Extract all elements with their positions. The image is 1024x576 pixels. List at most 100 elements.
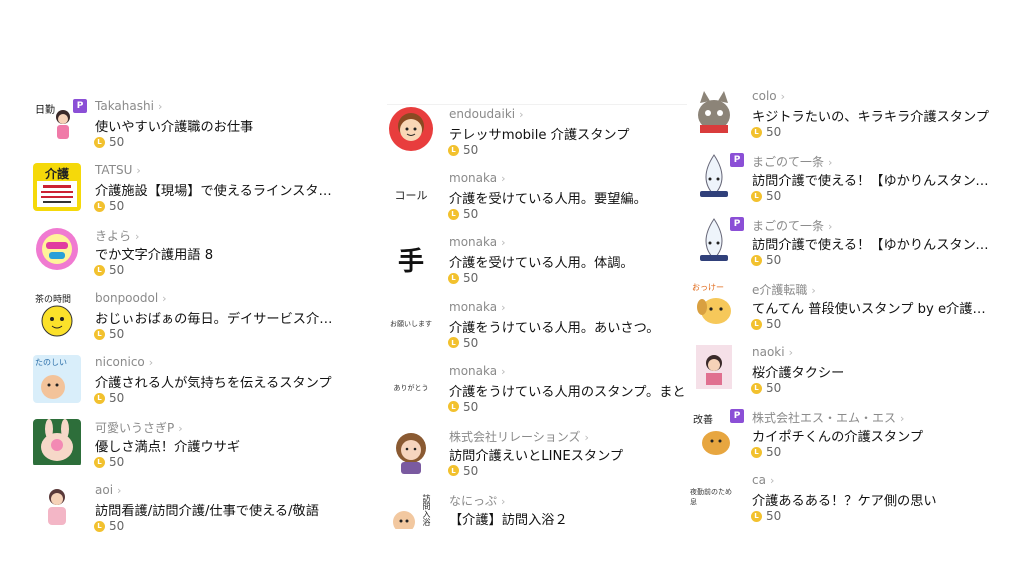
sticker-list-item[interactable]: aoi › 訪問看護/訪問介護/仕事で使える/敬語 L 50 xyxy=(33,481,333,545)
line-coin-icon: L xyxy=(448,401,459,413)
sticker-title[interactable]: 介護施設【現場】で使えるラインスタンプ xyxy=(95,180,339,199)
creator-name: colo xyxy=(752,89,777,103)
sticker-thumbnail[interactable] xyxy=(690,345,738,393)
sticker-title[interactable]: おじぃおばぁの毎日。デイサービス介護… xyxy=(95,308,339,327)
line-coin-icon: L xyxy=(448,144,459,156)
creator-link[interactable]: colo › xyxy=(752,89,785,103)
price-value: 50 xyxy=(463,463,479,478)
sticker-list-item[interactable]: colo › キジトラたいの、キラキラ介護スタンプ L 50 xyxy=(690,87,990,151)
creator-name: e介護転職 xyxy=(752,283,808,297)
sticker-list-item[interactable]: きよら › でか文字介護用語 8 L 50 xyxy=(33,225,333,289)
sticker-title[interactable]: テレッサmobile 介護スタンプ xyxy=(449,124,687,143)
sticker-thumbnail[interactable]: 茶の時間 xyxy=(33,291,81,339)
sticker-list-item[interactable]: P まごのて一条 › 訪問介護で使える！【ゆかりんスタンプ】 L 50 xyxy=(690,215,996,279)
price: L 50 xyxy=(751,317,781,331)
sticker-list-item[interactable]: 日勤 P Takahashi › 使いやすい介護職のお仕事 L 50 xyxy=(33,97,333,161)
sticker-thumbnail[interactable] xyxy=(387,107,435,155)
creator-link[interactable]: 株式会社リレーションズ › xyxy=(449,428,589,445)
price-value: 50 xyxy=(109,135,125,149)
sticker-title[interactable]: 介護を受けている人用。要望編。 xyxy=(449,188,687,207)
creator-link[interactable]: endoudaiki › xyxy=(449,107,524,121)
sticker-list-item[interactable]: P まごのて一条 › 訪問介護で使える！【ゆかりんスタンプ②】 L 50 xyxy=(690,151,996,215)
creator-link[interactable]: bonpoodol › xyxy=(95,291,167,305)
creator-link[interactable]: まごのて一条 › xyxy=(752,153,832,170)
sticker-title[interactable]: 介護あるある！？ケア側の思い xyxy=(752,490,996,509)
sticker-thumbnail[interactable]: おっけー xyxy=(690,281,738,329)
creator-name: monaka xyxy=(449,363,498,378)
price-value: 50 xyxy=(109,391,125,405)
sticker-list-column-1: 日勤 P Takahashi › 使いやすい介護職のお仕事 L 50 介護 TATSU › 介護施設… xyxy=(33,97,339,545)
sticker-title[interactable]: てんてん 普段使いスタンプ by e介護転職 xyxy=(752,298,996,317)
sticker-thumbnail[interactable]: 夜勤前のため息 xyxy=(690,473,738,521)
sticker-thumbnail-text: おっけー xyxy=(692,283,724,292)
sticker-thumbnail-text: 訪問入浴 xyxy=(422,494,431,527)
sticker-thumbnail[interactable]: 介護 xyxy=(33,163,81,211)
creator-link[interactable]: なにっぷ › xyxy=(449,492,505,509)
sticker-list-item[interactable]: お願いします monaka › 介護をうけている人用。あいさつ。 L 50 xyxy=(387,298,687,362)
creator-link[interactable]: niconico › xyxy=(95,355,153,369)
price-value: 50 xyxy=(766,125,782,139)
creator-link[interactable]: monaka › xyxy=(449,364,506,378)
creator-link[interactable]: monaka › xyxy=(449,171,506,185)
sticker-list-item[interactable]: 介護 TATSU › 介護施設【現場】で使えるラインスタンプ L 50 xyxy=(33,161,339,225)
sticker-list-item[interactable]: naoki › 桜介護タクシー L 50 xyxy=(690,343,990,407)
creator-link[interactable]: monaka › xyxy=(449,235,506,249)
sticker-thumbnail[interactable] xyxy=(33,483,81,531)
sticker-thumbnail[interactable] xyxy=(387,427,435,476)
price: L 50 xyxy=(448,207,478,221)
sticker-thumbnail[interactable]: 手 xyxy=(387,235,435,284)
sticker-list-item[interactable]: 茶の時間 bonpoodol › おじぃおばぁの毎日。デイサービス介護… L 50 xyxy=(33,289,339,353)
sticker-list-item[interactable]: たのしい niconico › 介護される人が気持ちを伝えるスタンプ L 50 xyxy=(33,353,333,417)
chevron-right-icon: › xyxy=(811,284,816,297)
sticker-list-item[interactable]: 手 monaka › 介護を受けている人用。体調。 L 50 xyxy=(387,233,687,297)
sticker-list-item[interactable]: endoudaiki › テレッサmobile 介護スタンプ L 50 xyxy=(387,105,687,169)
sticker-thumbnail[interactable] xyxy=(33,227,81,275)
sticker-title[interactable]: 訪問介護えいとLINEスタンプ xyxy=(449,445,687,464)
creator-link[interactable]: きよら › xyxy=(95,227,139,244)
price-value: 50 xyxy=(463,528,478,529)
chevron-right-icon: › xyxy=(828,156,833,169)
sticker-thumbnail[interactable]: コール xyxy=(387,171,435,220)
sticker-list-item[interactable]: 夜勤前のため息 ca › 介護あるある！？ケア側の思い L 50 xyxy=(690,471,990,535)
sticker-list-item[interactable]: コール monaka › 介護を受けている人用。要望編。 L 50 xyxy=(387,169,687,233)
sticker-thumbnail[interactable] xyxy=(690,89,738,137)
sticker-title[interactable]: 介護をうけている人用のスタンプ。まと xyxy=(449,381,687,400)
sticker-list-item[interactable]: 可愛いうさぎP › 優しさ満点！介護ウサギ L 50 xyxy=(33,417,333,481)
creator-link[interactable]: Takahashi › xyxy=(95,99,162,113)
sticker-title[interactable]: 訪問介護で使える！【ゆかりんスタンプ②】 xyxy=(752,170,996,189)
sticker-title[interactable]: 介護をうけている人用。あいさつ。 xyxy=(449,317,687,336)
sticker-thumbnail[interactable]: たのしい xyxy=(33,355,81,403)
sticker-title[interactable]: カイポチくんの介護スタンプ xyxy=(752,426,996,445)
sticker-title[interactable]: 介護される人が気持ちを伝えるスタンプ xyxy=(95,372,339,391)
sticker-title[interactable]: 訪問介護で使える！【ゆかりんスタンプ】 xyxy=(752,234,996,253)
creator-link[interactable]: ca › xyxy=(752,473,774,487)
creator-link[interactable]: monaka › xyxy=(449,300,506,314)
sticker-title[interactable]: 使いやすい介護職のお仕事 xyxy=(95,116,339,135)
creator-link[interactable]: naoki › xyxy=(752,345,793,359)
creator-link[interactable]: 可愛いうさぎP › xyxy=(95,419,183,436)
sticker-title[interactable]: 桜介護タクシー xyxy=(752,362,996,381)
creator-link[interactable]: e介護転職 › xyxy=(752,281,816,298)
chevron-right-icon: › xyxy=(136,164,141,177)
sticker-list-item[interactable]: 株式会社リレーションズ › 訪問介護えいとLINEスタンプ L 50 xyxy=(387,426,687,490)
sticker-title[interactable]: キジトラたいの、キラキラ介護スタンプ xyxy=(752,106,996,125)
sticker-title[interactable]: 訪問看護/訪問介護/仕事で使える/敬語 xyxy=(95,500,339,519)
sticker-list-item[interactable]: ありがとう monaka › 介護をうけている人用のスタンプ。まと L 50 xyxy=(387,362,687,426)
sticker-title[interactable]: 介護を受けている人用。体調。 xyxy=(449,252,687,271)
sticker-list-item[interactable]: 改善 P 株式会社エス・エム・エス › カイポチくんの介護スタンプ L 50 xyxy=(690,407,990,471)
chevron-right-icon: › xyxy=(501,495,506,509)
creator-link[interactable]: まごのて一条 › xyxy=(752,217,832,234)
creator-link[interactable]: 株式会社エス・エム・エス › xyxy=(752,409,904,426)
sticker-thumbnail[interactable] xyxy=(33,419,81,467)
sticker-title[interactable]: でか文字介護用語 8 xyxy=(95,244,339,263)
sticker-list-item[interactable]: 訪問入浴 なにっぷ›【介護】訪問入浴２L50 xyxy=(387,490,687,529)
creator-link[interactable]: aoi › xyxy=(95,483,121,497)
sticker-title[interactable]: 優しさ満点！介護ウサギ xyxy=(95,436,339,455)
sticker-thumbnail[interactable]: ありがとう xyxy=(387,363,435,412)
price: L 50 xyxy=(751,381,781,395)
sticker-thumbnail[interactable]: お願いします xyxy=(387,299,435,348)
sticker-list-item[interactable]: おっけー e介護転職 › てんてん 普段使いスタンプ by e介護転職 L 50 xyxy=(690,279,996,343)
sticker-title[interactable]: 【介護】訪問入浴２ xyxy=(449,509,687,528)
sticker-thumbnail[interactable]: 訪問入浴 xyxy=(387,492,435,529)
creator-link[interactable]: TATSU › xyxy=(95,163,141,177)
